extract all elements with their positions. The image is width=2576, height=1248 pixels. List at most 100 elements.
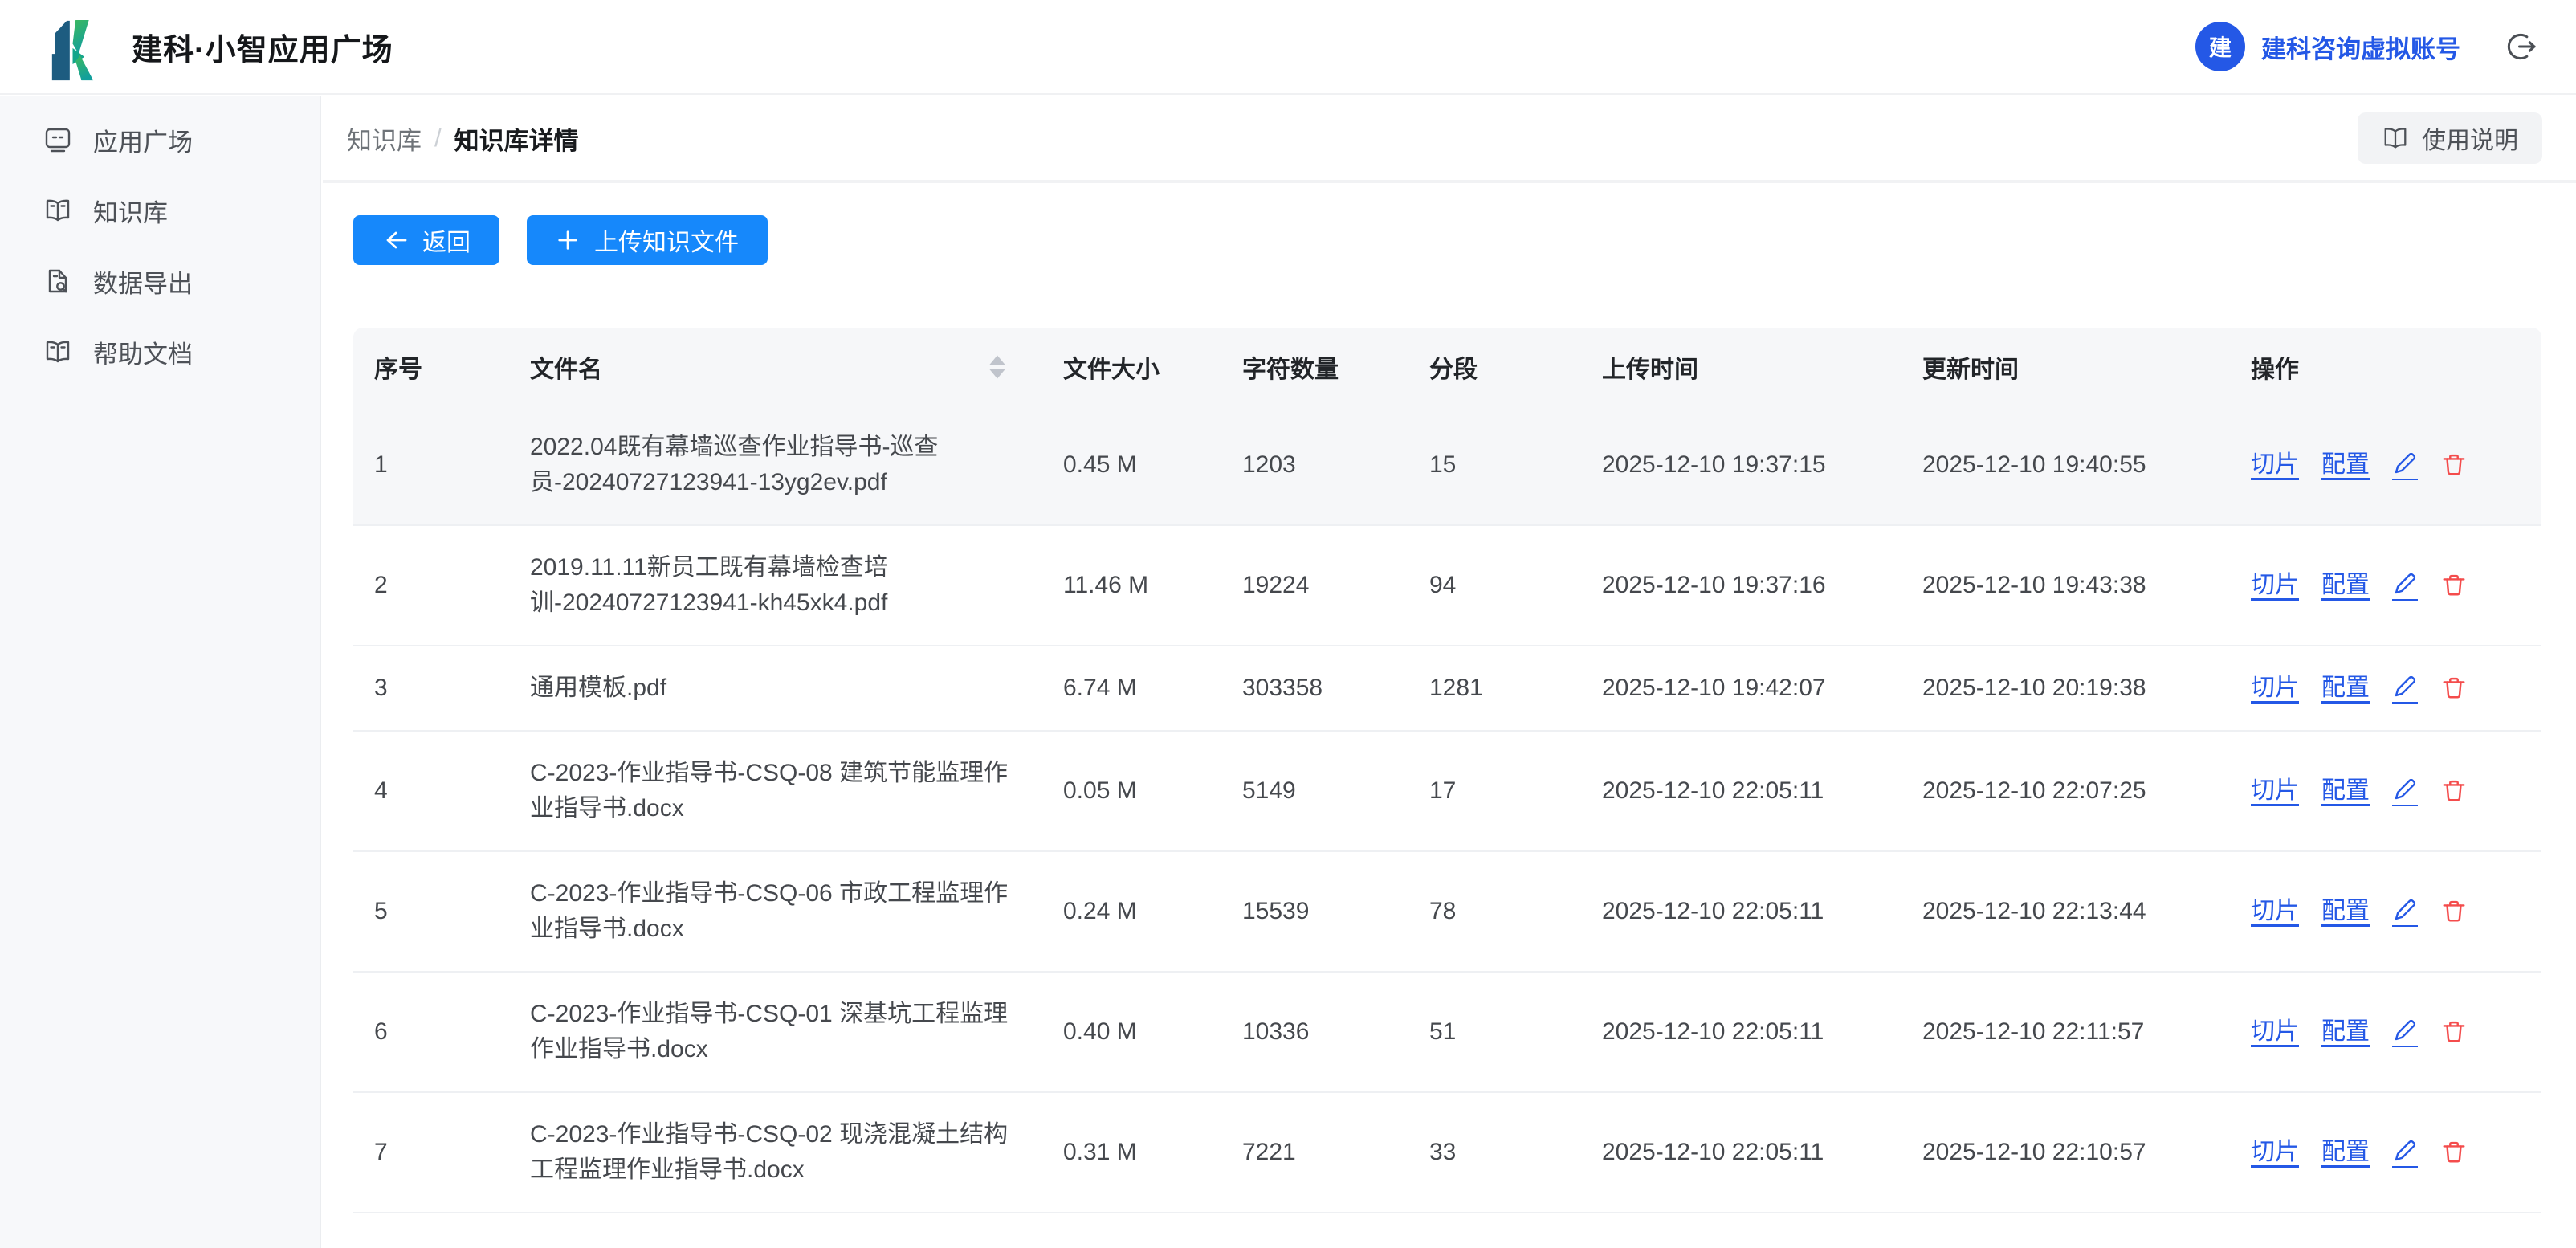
page-title: 知识库详情 bbox=[454, 120, 579, 157]
breadcrumb-parent[interactable]: 知识库 bbox=[347, 120, 422, 157]
char-count: 10336 bbox=[1221, 973, 1408, 1093]
slice-link[interactable]: 切片 bbox=[2251, 447, 2299, 483]
config-link[interactable]: 配置 bbox=[2321, 773, 2370, 809]
slice-link[interactable]: 切片 bbox=[2251, 1014, 2299, 1050]
char-count: 303358 bbox=[1221, 646, 1408, 732]
delete-icon[interactable] bbox=[2440, 777, 2468, 805]
table-row: 1 2022.04既有幕墙巡查作业指导书-巡查员-20240727123941-… bbox=[353, 406, 2541, 526]
delete-icon[interactable] bbox=[2440, 675, 2468, 702]
file-name: 2019.11.11新员工既有幕墙检查培训-20240727123941-kh4… bbox=[509, 526, 1042, 646]
arrow-left-icon bbox=[382, 227, 408, 253]
edit-icon[interactable] bbox=[2392, 674, 2418, 704]
edit-icon[interactable] bbox=[2392, 1138, 2418, 1168]
row-index: 4 bbox=[353, 732, 509, 852]
upload-file-button[interactable]: 上传知识文件 bbox=[527, 215, 768, 265]
delete-icon[interactable] bbox=[2440, 1139, 2468, 1166]
update-time: 2025-12-10 22:13:44 bbox=[1901, 852, 2230, 973]
file-table: 序号 文件名 文件大小 字符数量 分段 上传时间 更新时间 操作 bbox=[353, 328, 2576, 1213]
delete-icon[interactable] bbox=[2440, 572, 2468, 599]
upload-time: 2025-12-10 22:05:11 bbox=[1581, 852, 1901, 973]
char-count: 1203 bbox=[1221, 406, 1408, 526]
segment-count: 51 bbox=[1408, 973, 1581, 1093]
upload-time: 2025-12-10 22:05:11 bbox=[1581, 1093, 1901, 1213]
table-row: 6 C-2023-作业指导书-CSQ-01 深基坑工程监理作业指导书.docx … bbox=[353, 973, 2541, 1093]
segment-count: 33 bbox=[1408, 1093, 1581, 1213]
edit-icon[interactable] bbox=[2392, 777, 2418, 806]
app-root: 建科·小智应用广场 建 建科咨询虚拟账号 应用广场 bbox=[0, 0, 2576, 1248]
brand: 建科·小智应用广场 bbox=[42, 11, 393, 82]
breadcrumb-bar: 知识库 / 知识库详情 使用说明 bbox=[323, 96, 2576, 183]
config-link[interactable]: 配置 bbox=[2321, 671, 2370, 706]
slice-link[interactable]: 切片 bbox=[2251, 568, 2299, 603]
col-charcount: 字符数量 bbox=[1221, 328, 1408, 406]
char-count: 7221 bbox=[1221, 1093, 1408, 1213]
config-link[interactable]: 配置 bbox=[2321, 1014, 2370, 1050]
update-time: 2025-12-10 20:19:38 bbox=[1901, 646, 2230, 732]
edit-icon[interactable] bbox=[2392, 571, 2418, 601]
file-size: 6.74 M bbox=[1042, 646, 1221, 732]
plus-icon bbox=[556, 228, 580, 252]
char-count: 15539 bbox=[1221, 852, 1408, 973]
sort-icon[interactable] bbox=[989, 355, 1005, 378]
table-row: 3 通用模板.pdf 6.74 M 303358 1281 2025-12-10… bbox=[353, 646, 2541, 732]
toolbar: 返回 上传知识文件 bbox=[353, 215, 2576, 265]
sidebar-item-label: 数据导出 bbox=[93, 263, 193, 300]
edit-icon[interactable] bbox=[2392, 451, 2418, 480]
char-count: 5149 bbox=[1221, 732, 1408, 852]
back-button[interactable]: 返回 bbox=[353, 215, 499, 265]
segment-count: 1281 bbox=[1408, 646, 1581, 732]
update-time: 2025-12-10 22:07:25 bbox=[1901, 732, 2230, 852]
file-size: 0.45 M bbox=[1042, 406, 1221, 526]
sidebar-item-help-docs[interactable]: 帮助文档 bbox=[0, 316, 320, 387]
col-index: 序号 bbox=[353, 328, 509, 406]
row-index: 5 bbox=[353, 852, 509, 973]
row-actions: 切片 配置 bbox=[2230, 852, 2541, 973]
slice-link[interactable]: 切片 bbox=[2251, 894, 2299, 929]
sidebar: 应用广场 知识库 数据导出 bbox=[0, 96, 321, 1248]
upload-time: 2025-12-10 19:37:15 bbox=[1581, 406, 1901, 526]
account-name[interactable]: 建科咨询虚拟账号 bbox=[2261, 29, 2460, 65]
sidebar-item-knowledge-base[interactable]: 知识库 bbox=[0, 175, 320, 246]
config-link[interactable]: 配置 bbox=[2321, 568, 2370, 603]
row-index: 3 bbox=[353, 646, 509, 732]
update-time: 2025-12-10 19:43:38 bbox=[1901, 526, 2230, 646]
row-index: 7 bbox=[353, 1093, 509, 1213]
edit-icon[interactable] bbox=[2392, 1018, 2418, 1047]
breadcrumb-separator: / bbox=[434, 124, 442, 153]
sidebar-item-app-plaza[interactable]: 应用广场 bbox=[0, 104, 320, 175]
table-row: 2 2019.11.11新员工既有幕墙检查培训-20240727123941-k… bbox=[353, 526, 2541, 646]
logout-icon[interactable] bbox=[2505, 30, 2539, 63]
file-size: 0.31 M bbox=[1042, 1093, 1221, 1213]
slice-link[interactable]: 切片 bbox=[2251, 773, 2299, 809]
segment-count: 15 bbox=[1408, 406, 1581, 526]
book-icon bbox=[43, 337, 72, 366]
update-time: 2025-12-10 19:40:55 bbox=[1901, 406, 2230, 526]
book-icon bbox=[43, 196, 72, 225]
col-filename[interactable]: 文件名 bbox=[509, 328, 1042, 406]
sidebar-item-data-export[interactable]: 数据导出 bbox=[0, 246, 320, 316]
slice-link[interactable]: 切片 bbox=[2251, 1135, 2299, 1170]
config-link[interactable]: 配置 bbox=[2321, 1135, 2370, 1170]
config-link[interactable]: 配置 bbox=[2321, 894, 2370, 929]
file-name: C-2023-作业指导书-CSQ-06 市政工程监理作业指导书.docx bbox=[509, 852, 1042, 973]
sidebar-item-label: 应用广场 bbox=[93, 122, 193, 158]
delete-icon[interactable] bbox=[2440, 1018, 2468, 1046]
upload-time: 2025-12-10 22:05:11 bbox=[1581, 973, 1901, 1093]
sidebar-item-label: 帮助文档 bbox=[93, 334, 193, 370]
book-icon bbox=[2382, 124, 2409, 152]
file-name: C-2023-作业指导书-CSQ-08 建筑节能监理作业指导书.docx bbox=[509, 732, 1042, 852]
config-link[interactable]: 配置 bbox=[2321, 447, 2370, 483]
table-header: 序号 文件名 文件大小 字符数量 分段 上传时间 更新时间 操作 bbox=[353, 328, 2541, 406]
segment-count: 78 bbox=[1408, 852, 1581, 973]
col-segments: 分段 bbox=[1408, 328, 1581, 406]
avatar[interactable]: 建 bbox=[2195, 22, 2245, 71]
delete-icon[interactable] bbox=[2440, 451, 2468, 479]
upload-time: 2025-12-10 19:42:07 bbox=[1581, 646, 1901, 732]
data-export-icon bbox=[43, 267, 72, 296]
back-label: 返回 bbox=[422, 222, 471, 258]
delete-icon[interactable] bbox=[2440, 898, 2468, 925]
usage-guide-button[interactable]: 使用说明 bbox=[2358, 112, 2542, 164]
edit-icon[interactable] bbox=[2392, 897, 2418, 927]
slice-link[interactable]: 切片 bbox=[2251, 671, 2299, 706]
breadcrumb: 知识库 / 知识库详情 bbox=[347, 120, 579, 157]
